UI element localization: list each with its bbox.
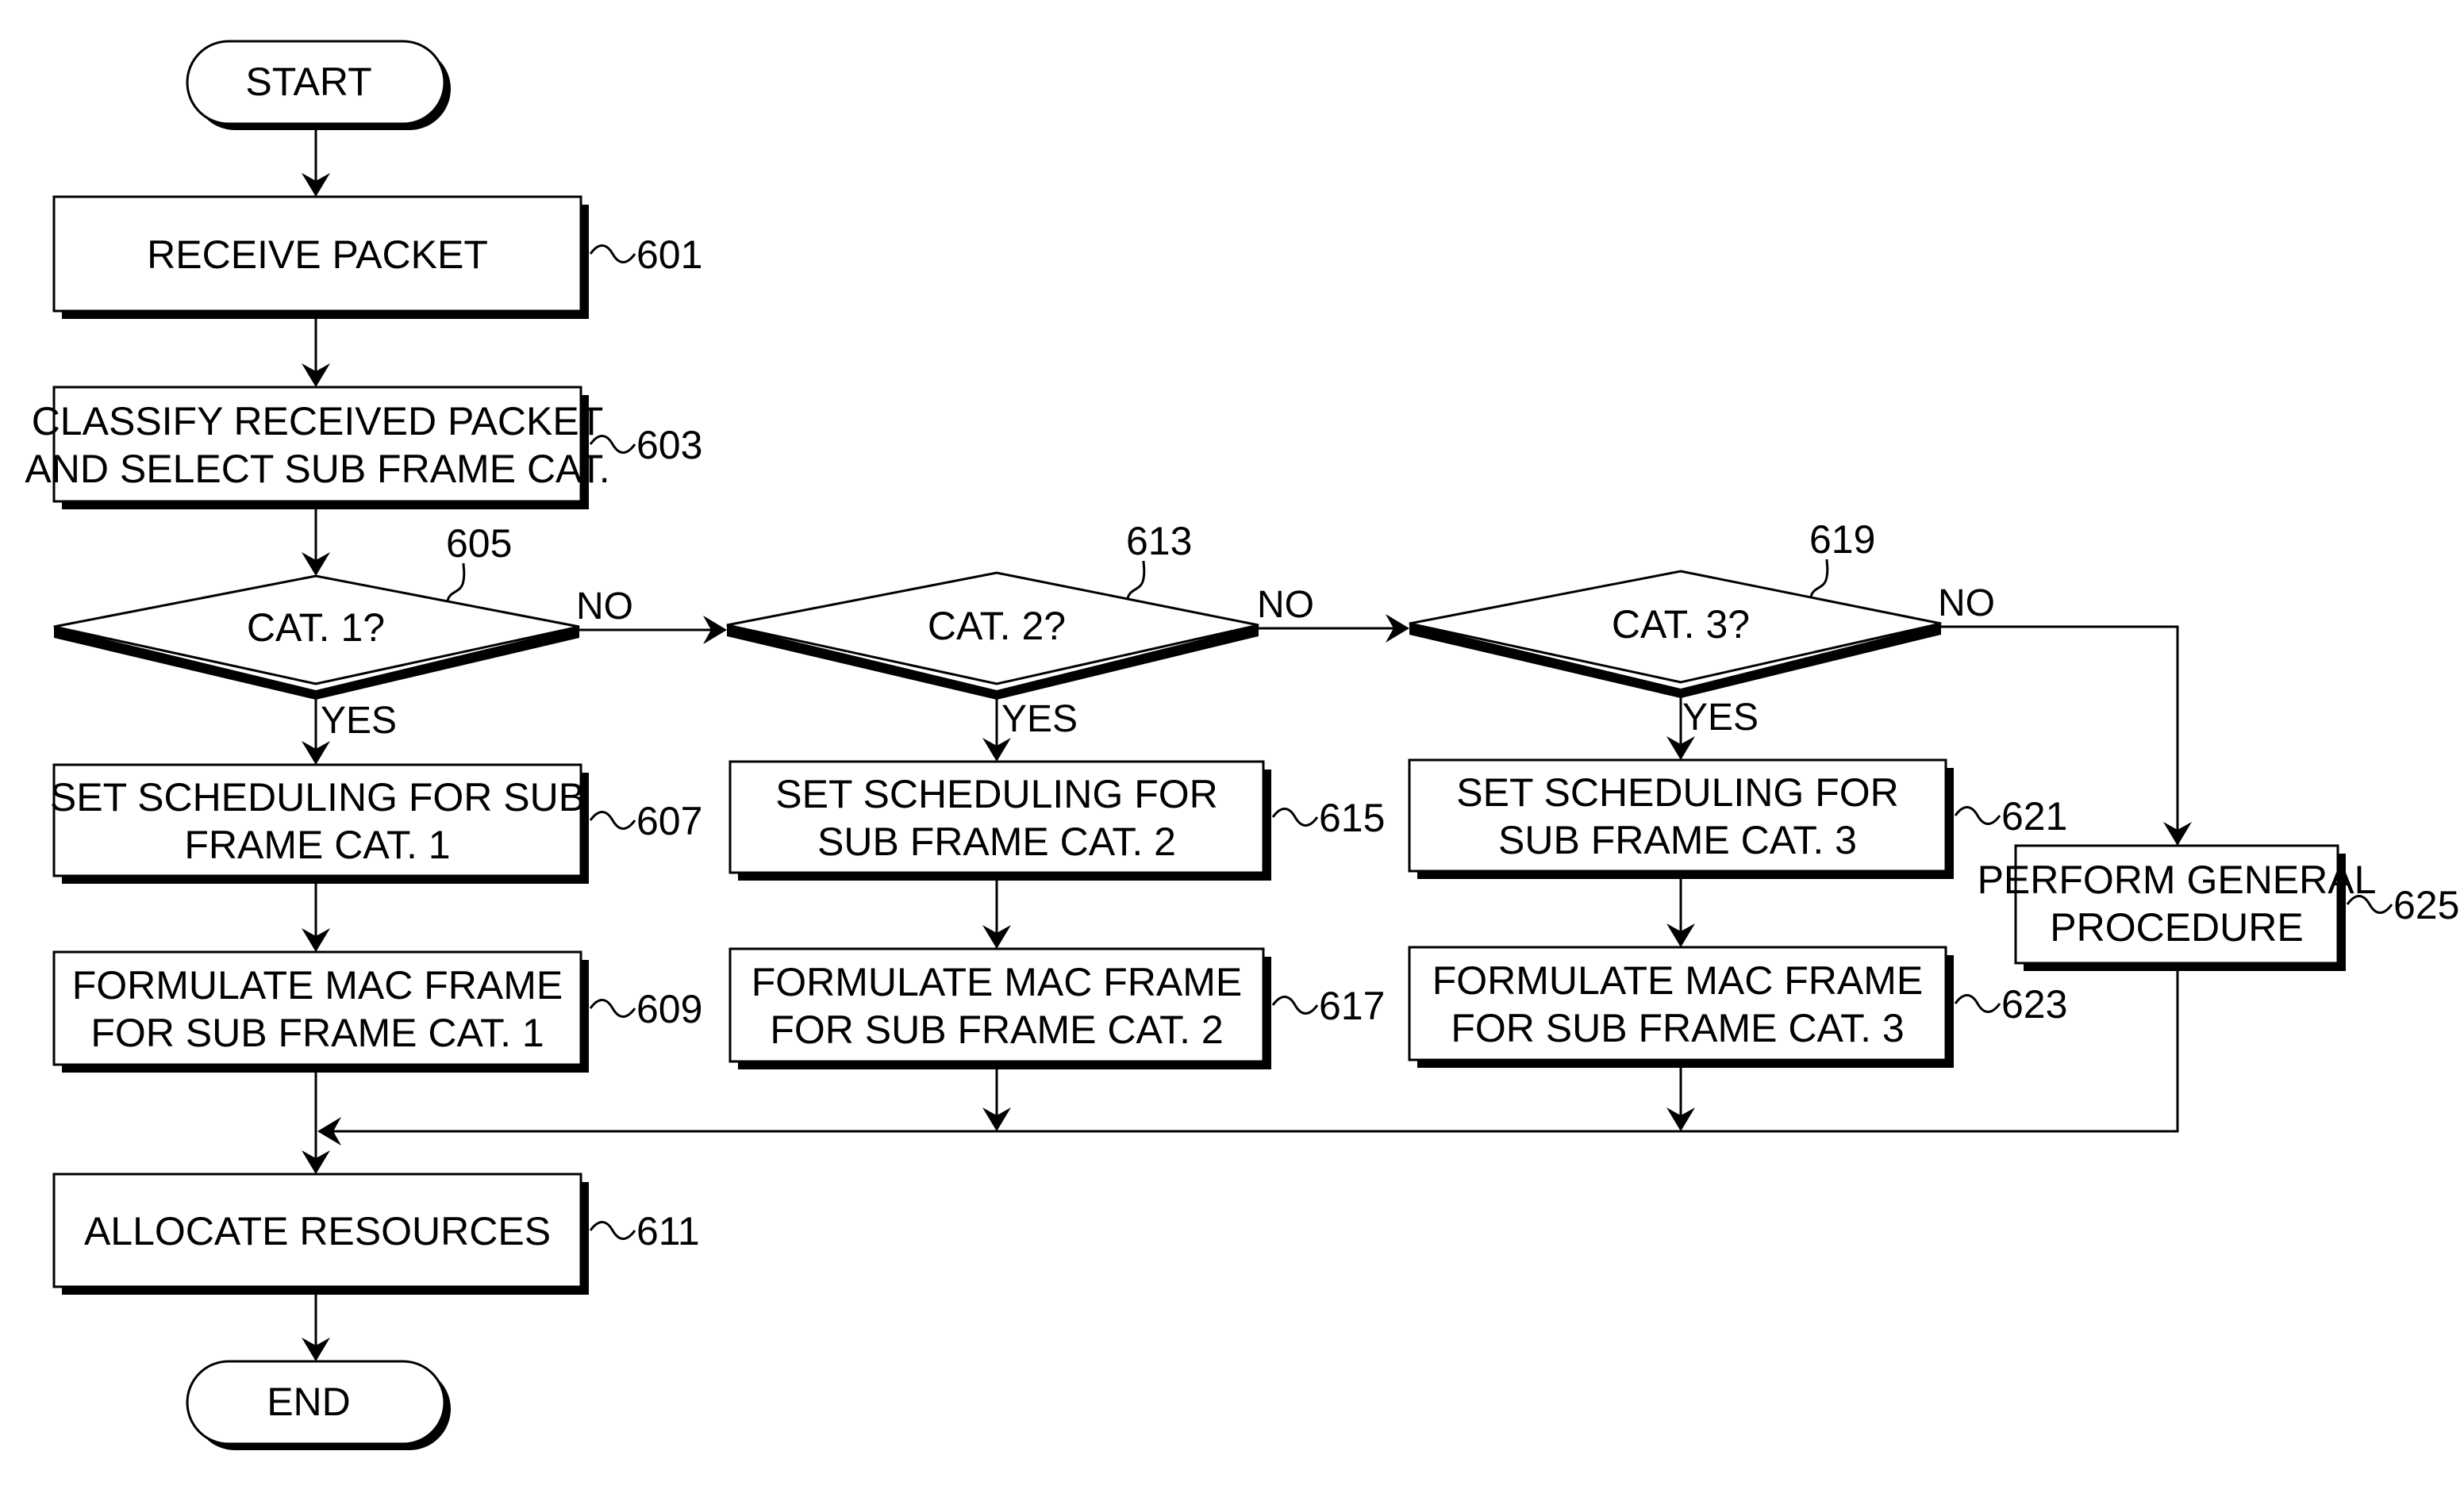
ref-leader-line — [589, 1221, 636, 1240]
box-text-line: FOR SUB FRAME CAT. 3 — [1451, 1006, 1904, 1050]
yes-label-605: YES — [321, 700, 397, 742]
box-text-line: FOR SUB FRAME CAT. 2 — [770, 1008, 1223, 1052]
ref-number-621: 621 — [2001, 794, 2067, 839]
process-box-607: SET SCHEDULING FOR SUBFRAME CAT. 1 607 — [50, 763, 702, 884]
process-box-611: ALLOCATE RESOURCES 611 — [52, 1173, 700, 1295]
ref-number-613: 613 — [1126, 519, 1192, 563]
process-box-601: RECEIVE PACKET 601 — [52, 195, 702, 319]
box-text-line: FORMULATE MAC FRAME — [1432, 958, 1924, 1003]
ref-number-619: 619 — [1809, 517, 1875, 562]
ref-leader-line — [1954, 806, 2001, 825]
box-text-line: PERFORM GENERAL — [1978, 858, 2377, 902]
ref-number-607: 607 — [636, 799, 702, 843]
terminal-end: END — [186, 1360, 451, 1450]
end-label: END — [267, 1380, 351, 1424]
ref-number-601: 601 — [636, 232, 702, 277]
process-box-615: SET SCHEDULING FORSUB FRAME CAT. 2 615 — [728, 760, 1385, 881]
box-text-line: AND SELECT SUB FRAME CAT. — [25, 447, 609, 491]
box-text-line: FORMULATE MAC FRAME — [752, 960, 1243, 1004]
decision-619: CAT. 3? 619 — [1409, 517, 1942, 698]
ref-leader-line — [1809, 558, 1829, 598]
process-box-609: FORMULATE MAC FRAMEFOR SUB FRAME CAT. 1 6… — [52, 950, 702, 1073]
box-text-line: FOR SUB FRAME CAT. 1 — [90, 1011, 544, 1055]
process-box-625: PERFORM GENERALPROCEDURE 625 — [1978, 844, 2459, 971]
ref-leader-line — [1271, 996, 1319, 1015]
ref-number-605: 605 — [446, 521, 512, 566]
box-text-line: SUB FRAME CAT. 3 — [1498, 818, 1857, 862]
ref-number-609: 609 — [636, 987, 702, 1031]
process-box-621: SET SCHEDULING FORSUB FRAME CAT. 3 621 — [1408, 758, 2067, 879]
flowchart: START END RECEIVE PACKET 601 CLASSIFY RECE… — [25, 40, 2459, 1450]
ref-leader-line — [1126, 560, 1146, 600]
no-label-619: NO — [1938, 582, 1995, 624]
decision-613: CAT. 2? 613 — [726, 519, 1259, 700]
ref-number-625: 625 — [2393, 883, 2459, 927]
box-text-line: RECEIVE PACKET — [147, 232, 488, 277]
box-text-line: FORMULATE MAC FRAME — [72, 963, 563, 1008]
ref-number-617: 617 — [1319, 984, 1385, 1028]
no-label-613: NO — [1257, 584, 1314, 626]
box-text-line: FRAME CAT. 1 — [184, 823, 450, 867]
yes-label-619: YES — [1682, 697, 1759, 739]
ref-number-623: 623 — [2001, 982, 2067, 1027]
ref-leader-line — [1271, 808, 1319, 827]
decision-label: CAT. 2? — [928, 604, 1066, 648]
connectors — [302, 129, 2192, 1361]
decision-label: CAT. 3? — [1612, 602, 1750, 647]
box-text-line: SUB FRAME CAT. 2 — [817, 820, 1176, 864]
ref-number-603: 603 — [636, 423, 702, 467]
ref-leader-line — [589, 244, 636, 263]
box-text-line: SET SCHEDULING FOR — [1456, 770, 1899, 815]
process-box-617: FORMULATE MAC FRAMEFOR SUB FRAME CAT. 2 6… — [728, 947, 1385, 1069]
yes-label-613: YES — [1001, 698, 1078, 740]
ref-number-611: 611 — [636, 1209, 700, 1253]
process-box-603: CLASSIFY RECEIVED PACKETAND SELECT SUB F… — [25, 386, 702, 509]
process-box-623: FORMULATE MAC FRAMEFOR SUB FRAME CAT. 3 6… — [1408, 946, 2067, 1068]
ref-number-615: 615 — [1319, 796, 1385, 840]
ref-leader-line — [589, 999, 636, 1018]
ref-leader-line — [446, 562, 466, 602]
start-label: START — [245, 59, 371, 104]
decision-label: CAT. 1? — [247, 605, 385, 650]
box-text-line: ALLOCATE RESOURCES — [84, 1209, 551, 1253]
ref-leader-line — [1954, 994, 2001, 1013]
box-text-line: PROCEDURE — [2050, 905, 2303, 950]
box-text-line: CLASSIFY RECEIVED PACKET — [32, 399, 604, 443]
box-text-line: SET SCHEDULING FOR — [775, 772, 1218, 816]
terminal-start: START — [186, 40, 451, 130]
no-label-605: NO — [576, 585, 633, 628]
box-text-line: SET SCHEDULING FOR SUB — [50, 775, 585, 820]
ref-leader-line — [589, 811, 636, 830]
